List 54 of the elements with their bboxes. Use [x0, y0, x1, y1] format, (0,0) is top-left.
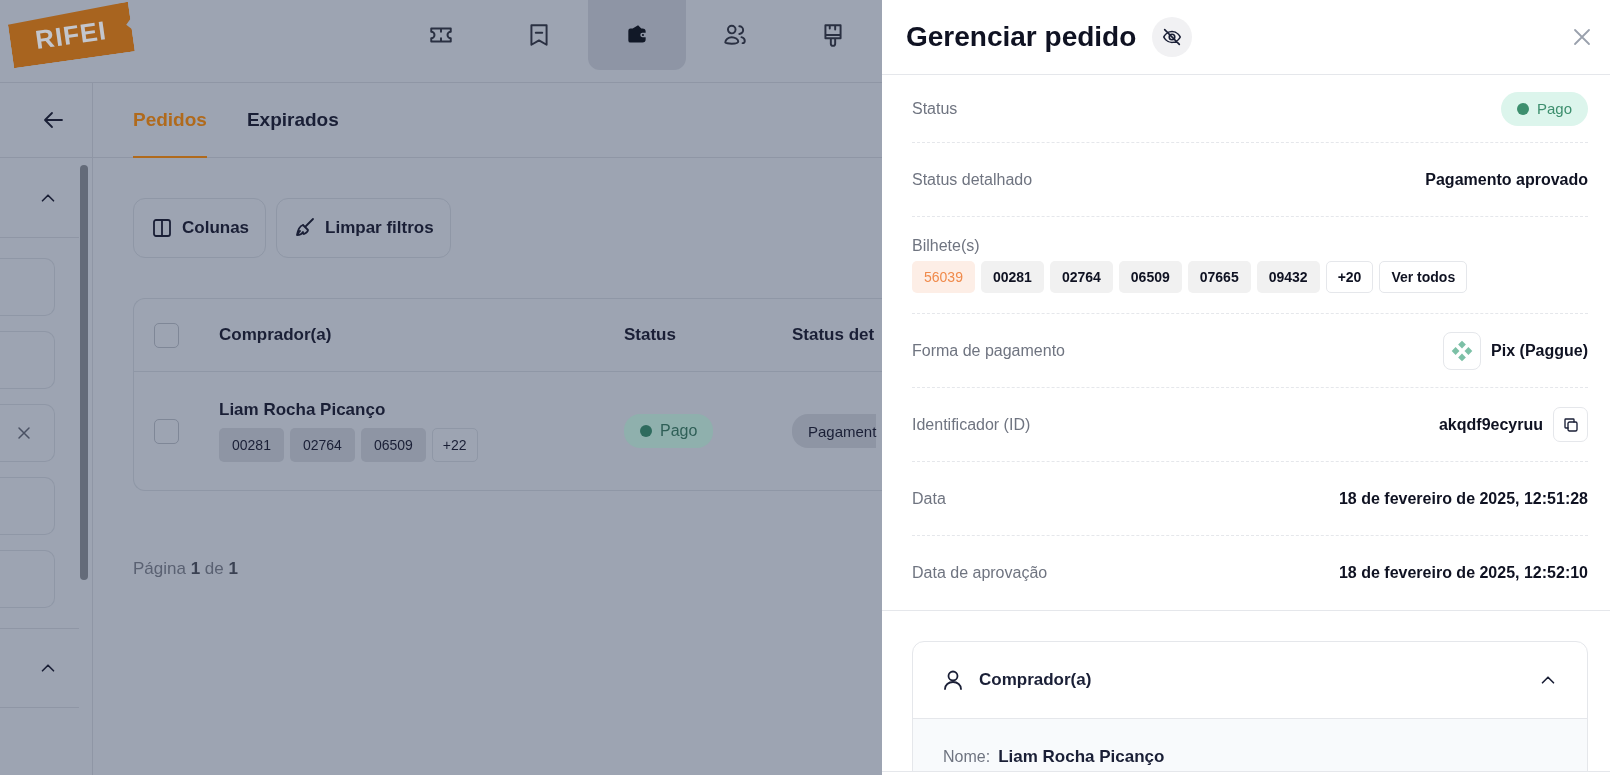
- status-badge: Pago: [624, 414, 714, 448]
- copy-button[interactable]: [1553, 407, 1588, 442]
- more-tickets-count[interactable]: +20: [1325, 261, 1374, 293]
- field-value: Pagamento aprovado: [1425, 170, 1588, 189]
- ticket-number: 02764: [289, 428, 355, 462]
- columns-button[interactable]: Colunas: [133, 198, 267, 258]
- field-value: Liam Rocha Picanço: [998, 747, 1165, 767]
- logo: RIFEI: [7, 1, 135, 69]
- field-label: Data: [912, 489, 946, 508]
- field-label: Nome:: [943, 748, 991, 766]
- scrollbar[interactable]: [80, 165, 88, 580]
- ticket-number: 09432: [1256, 261, 1320, 293]
- more-tickets-count[interactable]: +22: [431, 428, 478, 462]
- field-label: Identificador (ID): [912, 415, 1031, 434]
- field-value: akqdf9ecyruu: [1438, 415, 1543, 434]
- ticket-number: 06509: [1118, 261, 1182, 293]
- diamond-icon: [1451, 339, 1474, 362]
- column-header[interactable]: Comprador(a): [219, 325, 624, 345]
- ticket-number: 00281: [980, 261, 1044, 293]
- eye-off-icon: [1161, 26, 1184, 48]
- column-header[interactable]: Status det: [792, 325, 882, 345]
- columns-icon: [150, 216, 174, 240]
- select-all-checkbox[interactable]: [154, 322, 179, 348]
- column-header[interactable]: Status: [624, 325, 792, 345]
- view-all-button[interactable]: Ver todos: [1379, 261, 1468, 293]
- field-label: Data de aprovação: [912, 564, 1048, 582]
- field-value: 18 de fevereiro de 2025, 12:52:10: [1338, 564, 1588, 582]
- tab[interactable]: Expirados: [246, 83, 339, 158]
- ticket-number: 07665: [1187, 261, 1251, 293]
- field-label: Status: [912, 99, 958, 118]
- filter-section-header[interactable]: [0, 628, 79, 708]
- ticket-number: 06509: [360, 428, 426, 462]
- field-label: Bilhete(s): [912, 237, 980, 255]
- hide-button[interactable]: [1152, 17, 1193, 57]
- field-value: 18 de fevereiro de 2025, 12:51:28: [1338, 489, 1588, 508]
- filter-field[interactable]: [0, 404, 55, 462]
- status-badge: Pago: [1500, 91, 1588, 126]
- person-icon: [941, 668, 965, 692]
- nav-button[interactable]: [588, 0, 686, 70]
- ticket-number: 02764: [1049, 261, 1113, 293]
- field-label: Status detalhado: [912, 170, 1033, 189]
- pagination-text: Página 1 de 1: [133, 559, 239, 579]
- drawer-title: Gerenciar pedido: [906, 21, 1137, 53]
- ticket-number: 56039: [912, 261, 975, 293]
- clear-filters-button[interactable]: Limpar filtros: [276, 198, 451, 258]
- users-icon: [722, 22, 748, 48]
- field-value: Pix (Paggue): [1491, 341, 1588, 360]
- row-checkbox[interactable]: [154, 418, 179, 444]
- buyer-name: Liam Rocha Picanço: [219, 400, 387, 420]
- section-title: Comprador(a): [979, 670, 1092, 690]
- field-label: Forma de pagamento: [912, 341, 1065, 360]
- copy-icon: [1561, 415, 1580, 434]
- ticket-number: 00281: [219, 428, 284, 462]
- status-detail-badge: Pagament: [792, 414, 877, 448]
